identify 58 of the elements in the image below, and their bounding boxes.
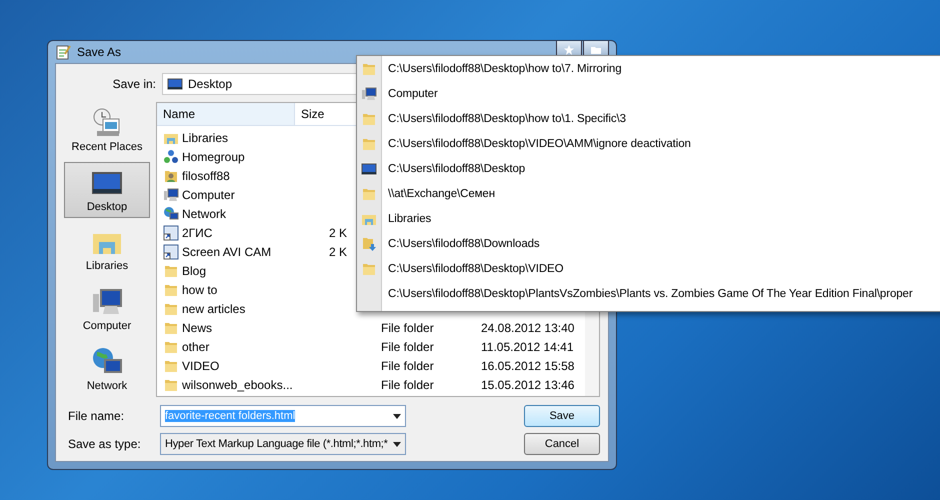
places-item[interactable]: Desktop [64, 162, 150, 218]
file-name-label: File name: [67, 409, 126, 423]
column-header[interactable]: Name [157, 103, 295, 125]
file-list-item[interactable]: how to [157, 282, 295, 298]
menu-item[interactable]: C:\Users\filodoff88\Desktop\VIDEO [357, 256, 940, 281]
save-button[interactable]: Save [524, 405, 600, 427]
save-as-type-label: Save as type: [67, 437, 142, 451]
menu-item[interactable]: \\at\Exchange\Семен [357, 181, 940, 206]
file-list-item[interactable]: Homegroup [157, 148, 295, 164]
file-list-item[interactable]: new articles [157, 300, 295, 316]
places-item[interactable]: Computer [64, 281, 150, 338]
date-cell-text: 16.05.2012 15:58 [480, 358, 576, 372]
date-cell-text: 24.08.2012 13:40 [480, 320, 576, 334]
file-list-item[interactable]: wilsonweb_ebooks... [157, 376, 295, 392]
download-folder-icon [361, 236, 377, 252]
file-list-item[interactable]: News [157, 320, 295, 336]
menu-item[interactable]: C:\Users\filodoff88\Desktop [357, 156, 940, 181]
size-cell-text: 2 K [328, 244, 348, 258]
date-cell-text: 15.05.2012 13:46 [480, 378, 576, 392]
notepad-icon [55, 44, 71, 60]
cancel-button[interactable]: Cancel [524, 433, 600, 455]
menu-item[interactable]: C:\Users\filodoff88\Desktop\VIDEO\AMM\ignore deactivation [357, 131, 940, 156]
shortcut-icon [163, 244, 179, 260]
file-list-item[interactable]: VIDEO [157, 358, 295, 374]
file-list-item[interactable]: Screen AVI CAM [157, 244, 295, 260]
file-list-item[interactable]: filosoff88 [157, 168, 295, 184]
type-cell-text: File folder [380, 378, 435, 392]
computer-icon [361, 86, 377, 102]
places-item[interactable]: Recent Places [64, 102, 150, 158]
window-title: Save As [77, 45, 122, 59]
computer-icon [163, 186, 179, 202]
file-list-item[interactable]: Blog [157, 262, 295, 278]
file-list-item[interactable]: 2ГИС [157, 224, 295, 240]
network-icon [163, 206, 179, 222]
file-list-item[interactable]: Network [157, 206, 295, 222]
dropdown-arrow-icon [393, 442, 401, 446]
menu-item[interactable]: Libraries [357, 206, 940, 231]
menu-item[interactable]: C:\Users\filodoff88\Desktop\how to\7. Mirroring [357, 56, 940, 81]
shortcut-icon [163, 224, 179, 240]
save-as-type-dropdown[interactable]: Hyper Text Markup Language file (*.html;*.htm;* [160, 433, 406, 455]
places-item[interactable]: Network [64, 341, 150, 397]
file-list-item[interactable]: Computer [157, 186, 295, 202]
date-cell-text: 11.05.2012 14:41 [480, 340, 575, 354]
places-item[interactable]: Libraries [64, 222, 150, 278]
size-cell-text: 2 K [328, 226, 348, 240]
type-cell-text: File folder [380, 358, 435, 372]
menu-item[interactable]: C:\Users\filodoff88\Downloads [357, 231, 940, 256]
menu-item[interactable]: Computer [357, 81, 940, 106]
file-list-item[interactable]: other [157, 338, 295, 354]
dropdown-arrow-icon [393, 414, 401, 418]
type-cell-text: File folder [380, 340, 435, 354]
homegroup-icon [163, 148, 179, 164]
file-list-item[interactable]: Libraries [157, 130, 295, 146]
save-in-label: Save in: [112, 77, 156, 91]
desktop-icon [361, 160, 377, 176]
type-cell-text: File folder [380, 320, 435, 334]
menu-item[interactable]: C:\Users\filodoff88\Desktop\PlantsVsZombies\Plants vs. Zombies Game Of The Year Edition Final\proper [357, 281, 940, 306]
desktop-icon [167, 76, 183, 92]
